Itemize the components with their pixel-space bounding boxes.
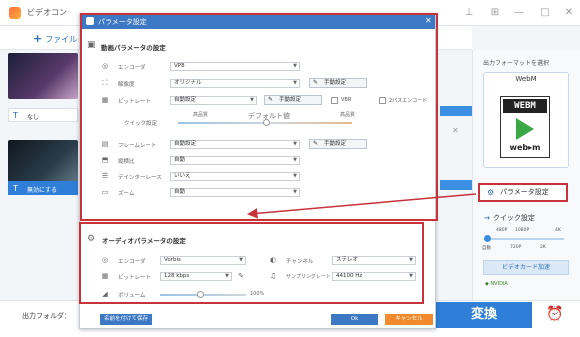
quick-label: 自動 xyxy=(482,246,491,251)
pin-icon[interactable]: ⊥ xyxy=(462,6,476,20)
minimize-icon[interactable]: — xyxy=(512,6,526,20)
save-as-button[interactable]: 名前を付けて保存 xyxy=(100,314,152,325)
maximize-icon[interactable]: □ xyxy=(538,6,552,20)
add-file-button[interactable]: + ファイル xyxy=(33,32,77,45)
subtitle-select[interactable]: T 無効にする xyxy=(8,181,78,195)
convert-button[interactable]: 変換 xyxy=(436,302,532,328)
format-name: WebM xyxy=(515,75,537,83)
add-file-label: ファイル xyxy=(45,35,78,44)
quick-label: 2K xyxy=(540,245,546,250)
quick-settings-label: クイック設定 xyxy=(492,214,535,222)
remove-icon[interactable]: ✕ xyxy=(452,126,459,135)
video-thumbnail[interactable] xyxy=(8,140,78,186)
parameter-settings-label: パラメータ設定 xyxy=(500,188,549,196)
video-thumbnail[interactable] xyxy=(8,53,78,99)
parameter-settings-button[interactable]: ⚙ パラメータ設定 xyxy=(478,183,568,202)
quick-slider-handle[interactable] xyxy=(484,235,491,242)
subtitle-value: なし xyxy=(27,114,40,121)
quick-slider-track[interactable] xyxy=(484,238,564,240)
ok-button[interactable]: Ok xyxy=(331,314,378,325)
cancel-button[interactable]: キャンセル xyxy=(385,314,433,325)
annotation-arrow xyxy=(247,193,477,219)
output-folder-label: 出力フォルダ： xyxy=(22,312,71,320)
quick-label: 1080P xyxy=(515,228,530,233)
close-icon[interactable]: ✕ xyxy=(562,6,576,20)
audio-settings-highlight xyxy=(79,222,424,304)
quick-label: 480P xyxy=(496,228,508,233)
output-format-title: 出力フォーマットを選択 xyxy=(483,60,550,67)
gift-icon[interactable]: ⊞ xyxy=(488,6,502,20)
sliders-icon: ⚙ xyxy=(487,188,495,197)
progress-bar xyxy=(440,180,472,190)
alarm-icon[interactable]: ⏰ xyxy=(546,306,563,322)
subtitle-value: 無効にする xyxy=(27,187,58,194)
plus-icon: + xyxy=(33,32,43,45)
text-icon: T xyxy=(13,111,18,120)
gpu-accel-button[interactable]: ビデオカード加速 xyxy=(483,260,569,275)
quick-label: 720P xyxy=(510,245,522,250)
webm-icon: WEBM web▸m xyxy=(500,96,550,158)
nvidia-logo: ◆ NVIDIA xyxy=(485,281,508,287)
quick-settings-title: → クイック設定 xyxy=(484,213,535,223)
subtitle-select[interactable]: T なし xyxy=(8,108,78,122)
arrow-icon: → xyxy=(484,214,490,222)
text-icon: T xyxy=(13,184,18,193)
app-title: ビデオコン xyxy=(27,8,67,17)
quick-label: 4K xyxy=(555,228,561,233)
app-logo-icon xyxy=(9,7,21,19)
progress-bar xyxy=(440,106,472,116)
